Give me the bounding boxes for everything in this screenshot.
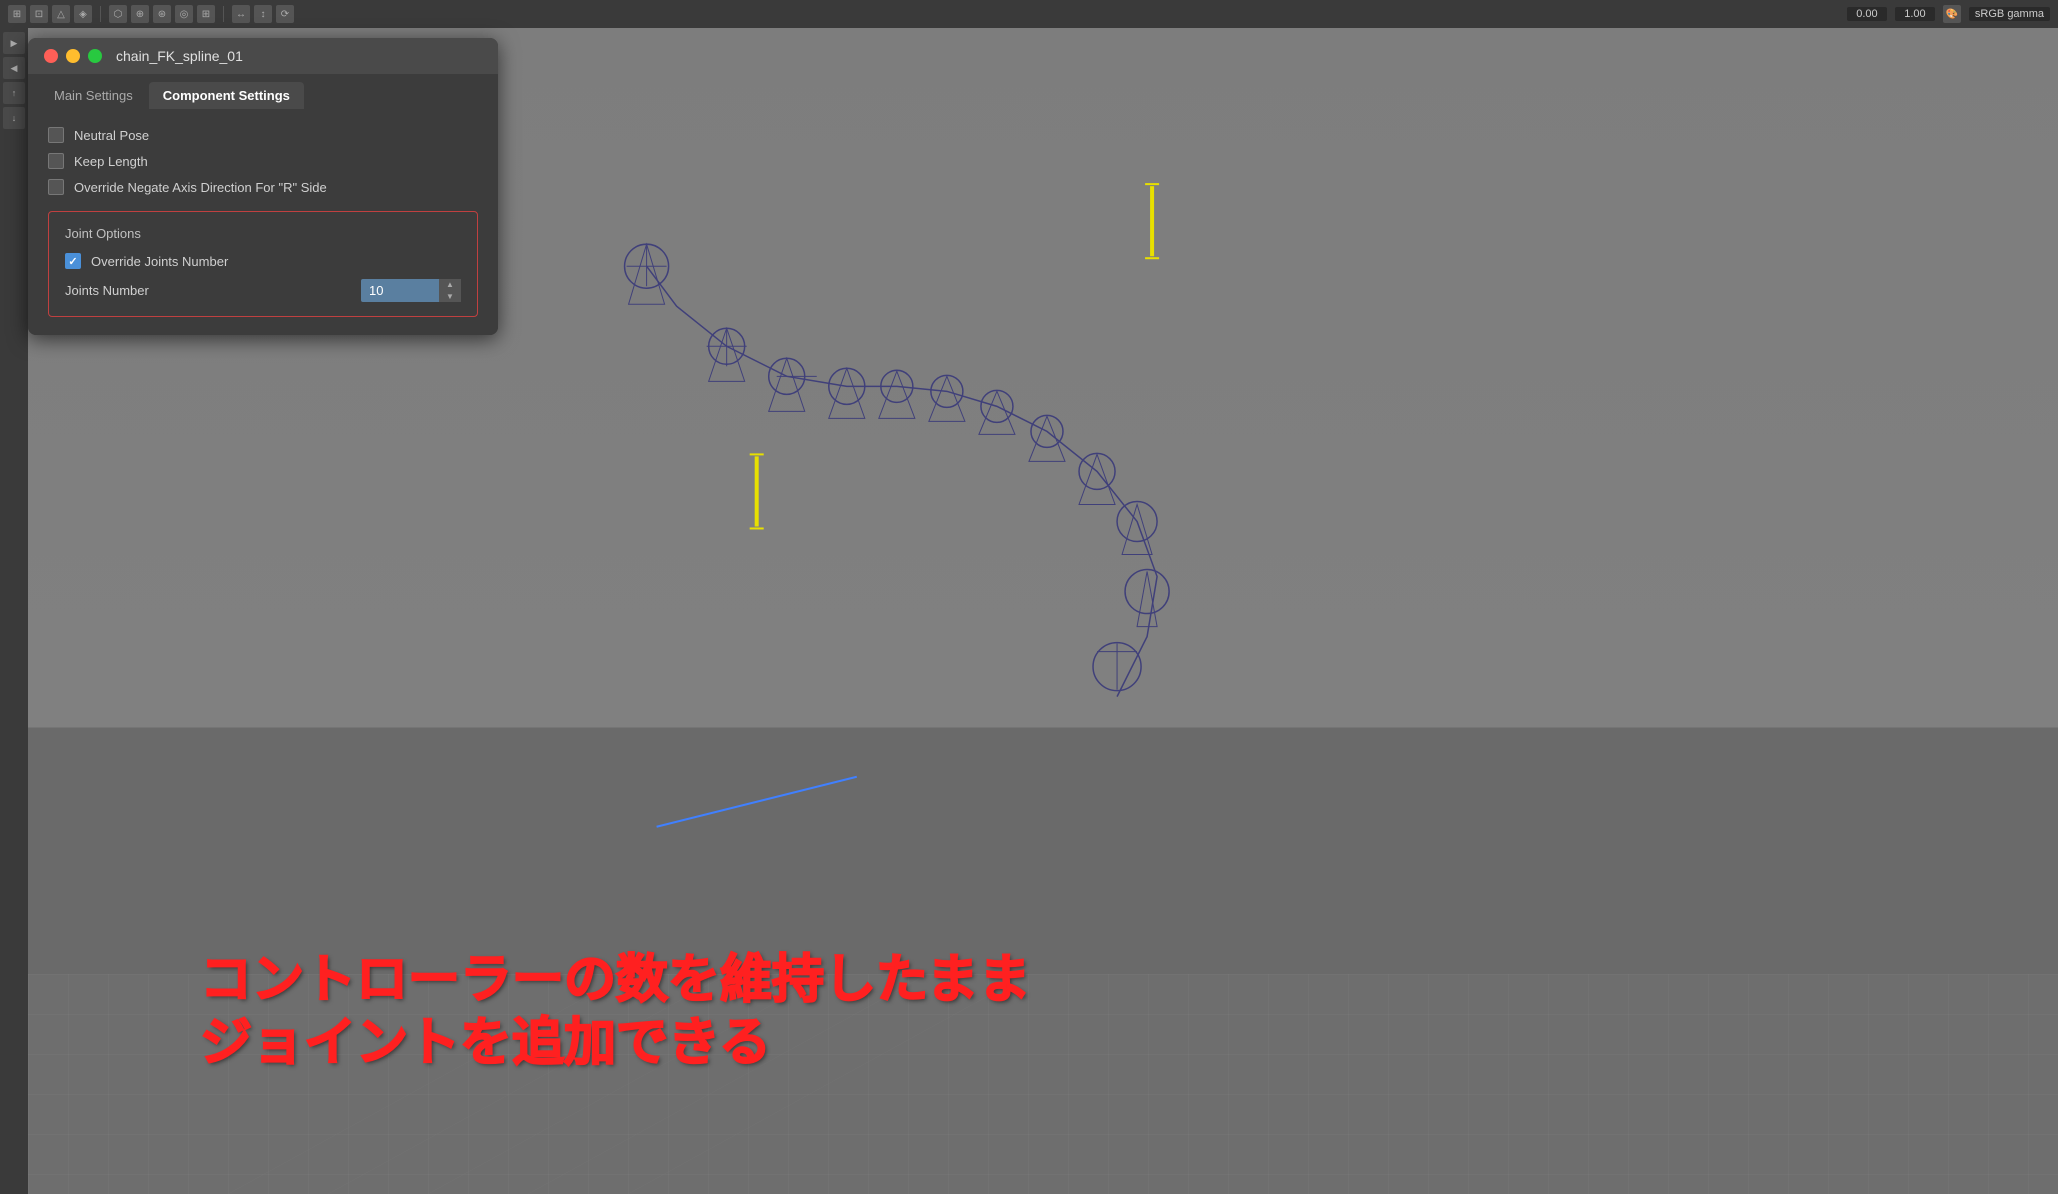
spinner-down-button[interactable]: ▼ <box>439 291 461 303</box>
toolbar-icon-5[interactable]: ⬡ <box>109 5 127 23</box>
toolbar-icon-8[interactable]: ◎ <box>175 5 193 23</box>
strip-btn-3[interactable]: ↑ <box>3 82 25 104</box>
joints-number-row: Joints Number ▲ ▼ <box>65 279 461 302</box>
toolbar-divider-1 <box>100 6 101 22</box>
color-space-value: sRGB gamma <box>1969 7 2050 21</box>
keep-length-row: Keep Length <box>48 153 478 169</box>
time-start-value: 0.00 <box>1847 7 1887 21</box>
left-panel-strip: ▶ ◀ ↑ ↓ <box>0 28 28 1194</box>
toolbar-icon-10[interactable]: ↔ <box>232 5 250 23</box>
toolbar-icon-2[interactable]: ⊡ <box>30 5 48 23</box>
neutral-pose-label: Neutral Pose <box>74 128 149 143</box>
color-icon[interactable]: 🎨 <box>1943 5 1961 23</box>
minimize-button[interactable] <box>66 49 80 63</box>
keep-length-checkbox[interactable] <box>48 153 64 169</box>
strip-btn-1[interactable]: ▶ <box>3 32 25 54</box>
joint-options-title: Joint Options <box>65 226 461 241</box>
toolbar-icon-3[interactable]: △ <box>52 5 70 23</box>
toolbar-icon-7[interactable]: ⊛ <box>153 5 171 23</box>
toolbar-icon-6[interactable]: ⊕ <box>131 5 149 23</box>
override-negate-label: Override Negate Axis Direction For "R" S… <box>74 180 327 195</box>
toolbar-icon-12[interactable]: ⟳ <box>276 5 294 23</box>
strip-btn-4[interactable]: ↓ <box>3 107 25 129</box>
neutral-pose-row: Neutral Pose <box>48 127 478 143</box>
title-bar: chain_FK_spline_01 <box>28 38 498 74</box>
joints-number-wrapper: ▲ ▼ <box>361 279 461 302</box>
override-joints-row: Override Joints Number <box>65 253 461 269</box>
joints-number-spinner[interactable]: ▲ ▼ <box>439 279 461 302</box>
joint-options-section: Joint Options Override Joints Number Joi… <box>48 211 478 317</box>
japanese-line-1: コントローラーの数を維持したまま <box>200 949 1030 1011</box>
top-toolbar: ⊞ ⊡ △ ◈ ⬡ ⊕ ⊛ ◎ ⊞ ↔ ↕ ⟳ 0.00 1.00 🎨 sRGB… <box>0 0 2058 28</box>
japanese-line-2: ジョイントを追加できる <box>200 1012 1030 1074</box>
japanese-text-overlay: コントローラーの数を維持したまま ジョイントを追加できる <box>200 949 1030 1074</box>
tab-component-settings[interactable]: Component Settings <box>149 82 304 109</box>
toolbar-icon-11[interactable]: ↕ <box>254 5 272 23</box>
toolbar-icons: ⊞ ⊡ △ ◈ ⬡ ⊕ ⊛ ◎ ⊞ ↔ ↕ ⟳ <box>8 5 294 23</box>
time-end-value: 1.00 <box>1895 7 1935 21</box>
override-joints-checkbox[interactable] <box>65 253 81 269</box>
override-negate-row: Override Negate Axis Direction For "R" S… <box>48 179 478 195</box>
panel-content: Neutral Pose Keep Length Override Negate… <box>28 109 498 335</box>
neutral-pose-checkbox[interactable] <box>48 127 64 143</box>
toolbar-icon-1[interactable]: ⊞ <box>8 5 26 23</box>
toolbar-right: 0.00 1.00 🎨 sRGB gamma <box>1847 5 2050 23</box>
override-joints-label: Override Joints Number <box>91 254 228 269</box>
panel-window: chain_FK_spline_01 Main Settings Compone… <box>28 38 498 335</box>
window-controls[interactable] <box>44 49 102 63</box>
spinner-up-button[interactable]: ▲ <box>439 279 461 291</box>
window-title: chain_FK_spline_01 <box>116 48 243 64</box>
override-negate-checkbox[interactable] <box>48 179 64 195</box>
tab-main-settings[interactable]: Main Settings <box>40 82 147 109</box>
close-button[interactable] <box>44 49 58 63</box>
maximize-button[interactable] <box>88 49 102 63</box>
toolbar-divider-2 <box>223 6 224 22</box>
joints-number-label: Joints Number <box>65 283 351 298</box>
strip-btn-2[interactable]: ◀ <box>3 57 25 79</box>
tab-bar: Main Settings Component Settings <box>28 74 498 109</box>
toolbar-icon-4[interactable]: ◈ <box>74 5 92 23</box>
keep-length-label: Keep Length <box>74 154 148 169</box>
toolbar-icon-9[interactable]: ⊞ <box>197 5 215 23</box>
